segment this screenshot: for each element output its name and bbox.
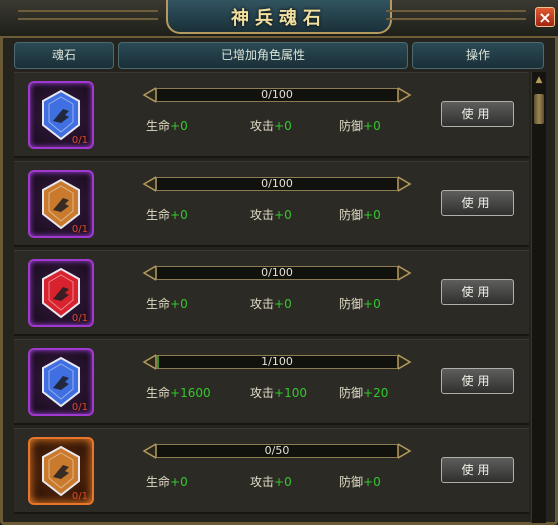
- stat-hp-label: 生命: [146, 386, 171, 400]
- stat-attack-label: 攻击: [250, 386, 275, 400]
- column-header-stone: 魂石: [14, 42, 114, 69]
- stat-attack-value: +100: [274, 386, 307, 400]
- use-button[interactable]: 使用: [441, 368, 514, 394]
- stat-hp-label: 生命: [146, 208, 171, 222]
- column-header-action: 操作: [412, 42, 544, 69]
- progress-bar: 0/100: [142, 87, 412, 103]
- stat-defense: 防御+0: [339, 295, 381, 312]
- stat-hp-value: +1600: [170, 386, 211, 400]
- stat-attack-label: 攻击: [250, 475, 275, 489]
- progress-bar: 0/100: [142, 265, 412, 281]
- stat-defense-value: +0: [363, 297, 381, 311]
- stone-count: 0/1: [71, 313, 88, 324]
- progress-bar: 0/100: [142, 176, 412, 192]
- stat-hp: 生命+0: [146, 473, 188, 490]
- stone-count: 0/1: [71, 491, 88, 502]
- soul-stone-slot[interactable]: 0/1: [28, 437, 94, 505]
- soul-stone-slot[interactable]: 0/1: [28, 81, 94, 149]
- stat-defense-label: 防御: [339, 475, 364, 489]
- close-icon[interactable]: ×: [535, 7, 555, 27]
- stat-defense-value: +0: [363, 475, 381, 489]
- stat-hp: 生命+0: [146, 206, 188, 223]
- scrollbar-thumb[interactable]: [534, 94, 544, 124]
- progress-text: 0/100: [261, 177, 293, 190]
- soul-stone-row: 0/1 1/100 生命+1600 攻击+100 防御+20 使用: [14, 339, 529, 425]
- stat-defense-value: +20: [363, 386, 389, 400]
- stat-defense: 防御+20: [339, 384, 388, 401]
- stat-hp-value: +0: [170, 119, 188, 133]
- stat-attack: 攻击+0: [250, 295, 292, 312]
- soul-stone-row: 0/1 0/100 生命+0 攻击+0 防御+0 使用: [14, 250, 529, 336]
- gem-shield-icon: [42, 178, 80, 230]
- gem-shield-icon: [42, 356, 80, 408]
- progress-text: 1/100: [261, 355, 293, 368]
- gem-shield-icon: [42, 267, 80, 319]
- progress-text: 0/50: [264, 444, 290, 457]
- stat-hp-label: 生命: [146, 119, 171, 133]
- scroll-up-arrow-icon[interactable]: ▲: [533, 74, 545, 86]
- stat-hp-label: 生命: [146, 297, 171, 311]
- stone-count: 0/1: [71, 135, 88, 146]
- stat-hp: 生命+0: [146, 295, 188, 312]
- stat-defense: 防御+0: [339, 206, 381, 223]
- title-plate: 神兵魂石: [166, 0, 392, 34]
- stat-attack-value: +0: [274, 475, 292, 489]
- stat-defense-value: +0: [363, 208, 381, 222]
- title-bar: 神兵魂石: [0, 0, 558, 38]
- stat-attack: 攻击+0: [250, 206, 292, 223]
- stat-defense-label: 防御: [339, 208, 364, 222]
- stat-attack-value: +0: [274, 208, 292, 222]
- use-button[interactable]: 使用: [441, 457, 514, 483]
- progress-text: 0/100: [261, 266, 293, 279]
- stat-hp-value: +0: [170, 475, 188, 489]
- stat-attack-label: 攻击: [250, 208, 275, 222]
- stat-defense-label: 防御: [339, 297, 364, 311]
- use-button[interactable]: 使用: [441, 101, 514, 127]
- stat-attack: 攻击+100: [250, 384, 307, 401]
- gem-shield-icon: [42, 445, 80, 497]
- list-scrollbar[interactable]: ▲: [531, 72, 546, 523]
- soul-stone-row: 0/1 0/100 生命+0 攻击+0 防御+0 使用: [14, 72, 529, 158]
- stat-defense-label: 防御: [339, 119, 364, 133]
- stat-attack-label: 攻击: [250, 297, 275, 311]
- title-ornament-right: [386, 10, 526, 20]
- stat-hp: 生命+0: [146, 117, 188, 134]
- stat-hp-value: +0: [170, 297, 188, 311]
- soul-stone-slot[interactable]: 0/1: [28, 170, 94, 238]
- soul-stone-row: 0/1 0/50 生命+0 攻击+0 防御+0 使用: [14, 428, 529, 514]
- stat-attack-label: 攻击: [250, 119, 275, 133]
- gem-shield-icon: [42, 89, 80, 141]
- progress-bar: 0/50: [142, 443, 412, 459]
- window-title: 神兵魂石: [231, 8, 327, 29]
- stat-attack-value: +0: [274, 297, 292, 311]
- stat-defense-label: 防御: [339, 386, 364, 400]
- use-button[interactable]: 使用: [441, 190, 514, 216]
- stone-count: 0/1: [71, 402, 88, 413]
- stat-attack: 攻击+0: [250, 473, 292, 490]
- stat-hp-label: 生命: [146, 475, 171, 489]
- stat-defense: 防御+0: [339, 117, 381, 134]
- column-header-attributes: 已增加角色属性: [118, 42, 408, 69]
- title-ornament-left: [18, 10, 158, 20]
- soul-stone-row: 0/1 0/100 生命+0 攻击+0 防御+0 使用: [14, 161, 529, 247]
- stone-count: 0/1: [71, 224, 88, 235]
- stat-attack: 攻击+0: [250, 117, 292, 134]
- stat-defense-value: +0: [363, 119, 381, 133]
- soul-stone-list: 0/1 0/100 生命+0 攻击+0 防御+0 使用 0/1 0/100 生命…: [14, 72, 529, 523]
- soul-stone-slot[interactable]: 0/1: [28, 348, 94, 416]
- use-button[interactable]: 使用: [441, 279, 514, 305]
- soul-stone-slot[interactable]: 0/1: [28, 259, 94, 327]
- stat-attack-value: +0: [274, 119, 292, 133]
- stat-hp-value: +0: [170, 208, 188, 222]
- progress-bar: 1/100: [142, 354, 412, 370]
- progress-text: 0/100: [261, 88, 293, 101]
- stat-defense: 防御+0: [339, 473, 381, 490]
- stat-hp: 生命+1600: [146, 384, 211, 401]
